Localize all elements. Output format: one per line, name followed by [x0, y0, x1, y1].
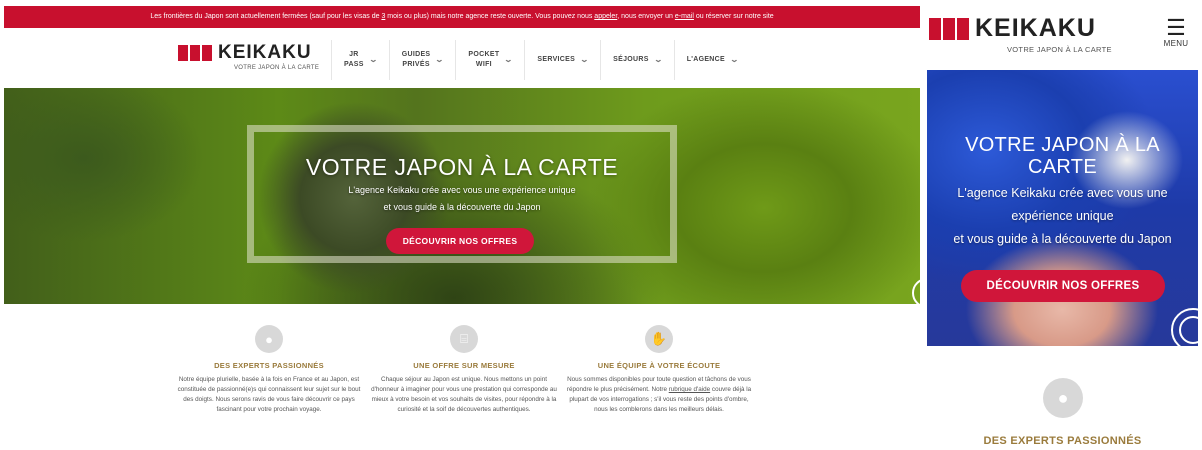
help-section-link[interactable]: rubrique d'aide — [669, 386, 710, 393]
chevron-down-icon: ⌄ — [504, 55, 514, 64]
feature-text: Chaque séjour au Japon est unique. Nous … — [371, 376, 557, 413]
mobile-discover-offers-button[interactable]: DÉCOUVRIR NOS OFFRES — [961, 270, 1165, 302]
desktop-view: Les frontières du Japon sont actuellemen… — [4, 0, 920, 450]
site-logo[interactable]: KEIKAKU — [178, 42, 312, 64]
hands-icon: ✋ — [645, 325, 673, 353]
hamburger-icon: ☰ — [1166, 15, 1186, 40]
nav-pocket-wifi[interactable]: POCKET WIFI ⌄ — [455, 40, 524, 80]
chevron-down-icon: ⌄ — [579, 55, 590, 64]
person-icon: ● — [1043, 378, 1083, 418]
logo-tagline: VOTRE JAPON À LA CARTE — [1007, 45, 1112, 54]
site-header: KEIKAKU VOTRE JAPON À LA CARTE JR PASS ⌄ G… — [4, 28, 920, 88]
mobile-hero-title: VOTRE JAPON À LA CARTE — [965, 134, 1160, 178]
feature-experts: ● DES EXPERTS PASSIONNÉS Notre équipe pl… — [174, 325, 364, 415]
logo-text: KEIKAKU — [218, 42, 312, 63]
hero-subtitle-line1: L'agence Keikaku crée avec vous une expé… — [348, 185, 576, 195]
chevron-down-icon: ⌄ — [368, 55, 379, 64]
logo-tagline: VOTRE JAPON À LA CARTE — [234, 65, 320, 71]
mobile-view: KEIKAKU VOTRE JAPON À LA CARTE ☰ MENU VO… — [927, 0, 1198, 450]
nav-sejours[interactable]: SÉJOURS ⌄ — [600, 40, 674, 80]
feature-title: UNE OFFRE SUR MESURE — [413, 361, 515, 370]
feature-sur-mesure: ⌸ UNE OFFRE SUR MESURE Chaque séjour au … — [369, 325, 559, 415]
nav-agence[interactable]: L'AGENCE ⌄ — [673, 40, 750, 80]
hero-subtitle-line2: et vous guide à la découverte du Japon — [383, 202, 541, 212]
nav-jr-pass[interactable]: JR PASS ⌄ — [331, 40, 389, 80]
mobile-site-logo[interactable]: KEIKAKU — [929, 14, 1096, 43]
mobile-feature-title: DES EXPERTS PASSIONNÉS — [983, 435, 1142, 447]
wave-decoration-icon — [912, 278, 920, 304]
hero-title: VOTRE JAPON À LA CARTE — [305, 154, 619, 180]
menu-label: MENU — [1163, 39, 1189, 48]
feature-text: Notre équipe plurielle, basée à la fois … — [177, 376, 361, 413]
mobile-hero-subtitle-line2: expérience unique — [1011, 209, 1114, 223]
feature-text: Nous sommes disponibles pour toute quest… — [566, 376, 752, 413]
mobile-hero-banner: VOTRE JAPON À LA CARTE L'agence Keikaku … — [927, 70, 1198, 346]
hero-banner: VOTRE JAPON À LA CARTE L'agence Keikaku … — [4, 88, 920, 304]
feature-ecoute: ✋ UNE ÉQUIPE À VOTRE ÉCOUTE Nous sommes … — [564, 325, 754, 415]
mobile-hero-subtitle-line3: et vous guide à la découverte du Japon — [953, 232, 1172, 246]
logo-mark-icon — [178, 45, 212, 61]
features-section: ● DES EXPERTS PASSIONNÉS Notre équipe pl… — [174, 325, 754, 415]
email-link[interactable]: e-mail — [675, 13, 694, 20]
main-nav: JR PASS ⌄ GUIDES PRIVÉS ⌄ POCKET WIFI ⌄ SERVIC… — [331, 40, 750, 80]
mobile-hero-subtitle-line1: L'agence Keikaku crée avec vous une — [957, 186, 1168, 200]
call-link[interactable]: appeler — [594, 13, 617, 20]
logo-mark-icon — [929, 17, 969, 40]
discover-offers-button[interactable]: DÉCOUVRIR NOS OFFRES — [386, 228, 534, 254]
feature-title: DES EXPERTS PASSIONNÉS — [214, 361, 324, 370]
person-icon: ● — [255, 325, 283, 353]
chevron-down-icon: ⌄ — [729, 55, 740, 64]
nav-guides-prives[interactable]: GUIDES PRIVÉS ⌄ — [388, 40, 456, 80]
lantern-icon: ⌸ — [450, 325, 478, 353]
menu-button[interactable]: ☰ MENU — [1159, 15, 1193, 49]
feature-title: UNE ÉQUIPE À VOTRE ÉCOUTE — [597, 361, 721, 370]
logo-text: KEIKAKU — [975, 14, 1096, 42]
chevron-down-icon: ⌄ — [435, 55, 445, 64]
announcement-bar: Les frontières du Japon sont actuellemen… — [4, 6, 920, 28]
chevron-down-icon: ⌄ — [653, 55, 664, 64]
nav-services[interactable]: SERVICES ⌄ — [524, 40, 600, 80]
